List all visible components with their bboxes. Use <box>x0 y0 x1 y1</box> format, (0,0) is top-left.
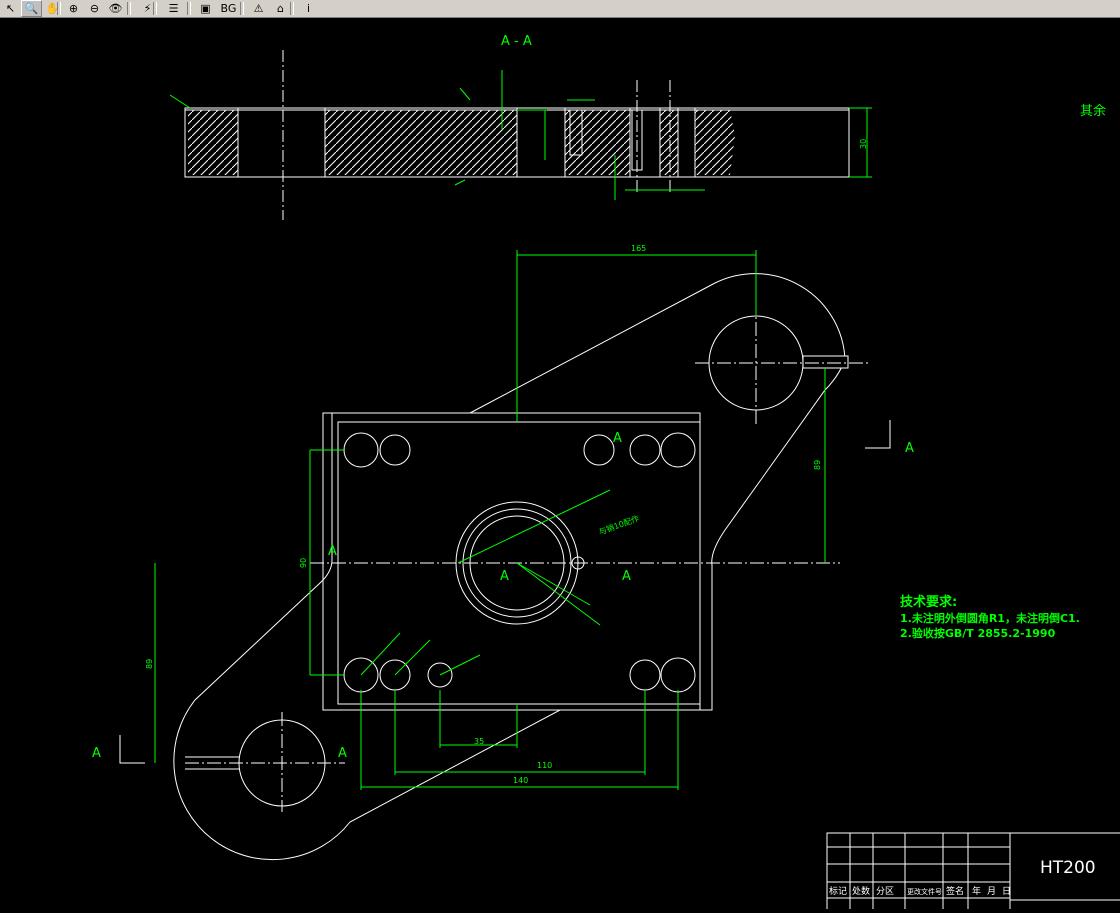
info-icon[interactable]: i <box>298 0 319 17</box>
tb-month: 月 <box>987 886 996 897</box>
zoom-in-icon[interactable]: ⊕ <box>63 0 84 17</box>
dim-right-height: 89 <box>813 460 822 470</box>
zoom-out-icon[interactable]: ⊖ <box>84 0 105 17</box>
background-bg-icon[interactable]: BG <box>218 0 239 17</box>
window-icon[interactable]: ▣ <box>195 0 216 17</box>
eye-view-icon[interactable]: 👁 <box>105 0 126 17</box>
dim-left-inner: 90 <box>299 558 308 568</box>
toolbar-separator <box>153 2 157 15</box>
section-marker-left: A <box>92 746 101 761</box>
section-view <box>184 50 850 220</box>
dim-bottom-35: 35 <box>474 737 484 746</box>
toolbar: ↖ 🔍 ✋ ⊕ ⊖ 👁 ⚡ ☰ ▣ BG ⚠ ⌂ i <box>0 0 1120 18</box>
section-markers <box>119 420 891 764</box>
tech-line-1: 1.未注明外倒圆角R1，未注明倒C1. <box>900 611 1080 625</box>
tb-zone: 分区 <box>876 886 894 897</box>
toolbar-separator <box>57 2 61 15</box>
tech-line-2: 2.验收按GB/T 2855.2-1990 <box>900 626 1056 640</box>
dim-top-width: 165 <box>631 244 646 253</box>
material-label: HT200 <box>1040 858 1096 878</box>
cad-drawing[interactable]: A - A 30 其余 A A A A A A A 165 89 89 90 3… <box>0 18 1120 913</box>
warning-person-icon[interactable]: ⚠ <box>248 0 269 17</box>
tb-mark: 标记 <box>829 885 847 897</box>
toolbar-separator <box>187 2 191 15</box>
toolbar-separator <box>240 2 244 15</box>
dim-bottom-140: 140 <box>513 776 528 785</box>
section-title: A - A <box>501 34 532 49</box>
arrow-pointer-icon[interactable]: ↖ <box>0 0 21 17</box>
toolbar-separator <box>127 2 131 15</box>
section-dims <box>169 70 872 200</box>
toolbar-separator <box>290 2 294 15</box>
section-marker-center: A <box>500 569 509 584</box>
section-marker-hole: A <box>338 746 347 761</box>
zoom-window-icon[interactable]: 🔍 <box>21 0 42 17</box>
layers-icon[interactable]: ☰ <box>163 0 184 17</box>
tech-title: 技术要求: <box>900 594 957 610</box>
dim-left-height: 89 <box>145 659 154 669</box>
tb-day: 日 <box>1002 886 1011 897</box>
home-icon[interactable]: ⌂ <box>270 0 291 17</box>
section-marker-plate-right: A <box>622 569 631 584</box>
tb-sign: 签名 <box>946 885 964 897</box>
main-dims <box>154 250 826 790</box>
section-marker-top: A <box>613 431 622 446</box>
tb-docno: 更改文件号 <box>907 887 942 896</box>
roughness-note: 其余 <box>1080 103 1106 119</box>
tb-year: 年 <box>972 885 981 897</box>
dim-thickness-label: 30 <box>859 139 868 149</box>
tb-count: 处数 <box>852 885 870 897</box>
dim-bottom-110: 110 <box>537 761 552 770</box>
drawing-canvas[interactable]: A - A 30 其余 A A A A A A A 165 89 89 90 3… <box>0 18 1120 913</box>
section-marker-right: A <box>905 441 914 456</box>
hole-note: 与销10配作 <box>597 513 640 537</box>
section-marker-plate-left: A <box>328 544 337 559</box>
